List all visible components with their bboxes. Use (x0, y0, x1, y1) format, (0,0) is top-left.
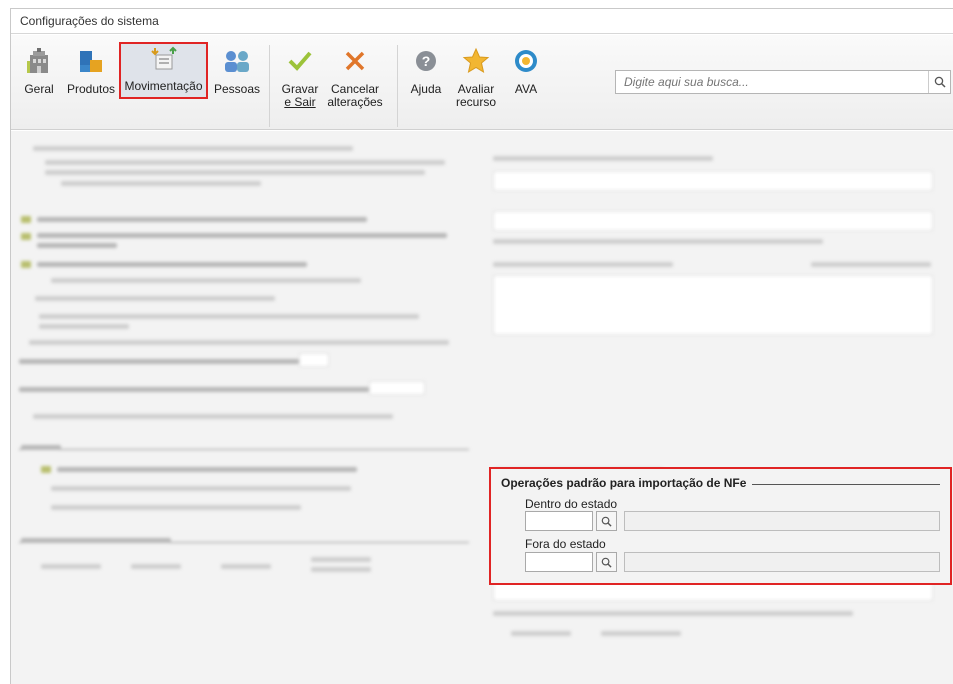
ava-label: AVA (514, 82, 538, 96)
window-title: Configurações do sistema (11, 9, 953, 34)
close-icon (339, 45, 371, 77)
star-icon (460, 45, 492, 77)
ribbon-separator (397, 45, 398, 127)
boxes-icon (75, 45, 107, 77)
gravar-sair-label: Gravar e Sair (282, 83, 319, 109)
search-input[interactable] (616, 71, 921, 93)
check-icon (284, 45, 316, 77)
building-icon (23, 45, 55, 77)
cancelar-label-line1: Cancelar (330, 82, 380, 96)
dentro-estado-search-button[interactable] (596, 511, 617, 531)
search-button[interactable] (928, 71, 950, 93)
gravar-label-line2: e Sair (284, 95, 316, 109)
search-icon (601, 557, 612, 568)
pessoas-label: Pessoas (213, 82, 261, 96)
search-icon (934, 76, 946, 88)
search-icon (601, 516, 612, 527)
svg-text:?: ? (422, 53, 431, 69)
dentro-estado-code-input[interactable] (525, 511, 593, 531)
fora-estado-code-input[interactable] (525, 552, 593, 572)
fora-estado-label: Fora do estado (525, 537, 606, 551)
produtos-button[interactable]: Produtos (66, 45, 116, 113)
movimentacao-label: Movimentação (124, 79, 203, 93)
cancelar-button[interactable]: Cancelar alterações (324, 45, 386, 113)
avaliar-label-line1: Avaliar (457, 82, 495, 96)
nfe-import-group: Operações padrão para importação de NFe … (489, 467, 952, 585)
geral-label: Geral (24, 82, 54, 96)
ajuda-label: Ajuda (410, 82, 442, 96)
cancelar-label-line2: alterações (327, 95, 383, 109)
blurred-left-panel (11, 131, 469, 611)
ribbon-separator (269, 45, 270, 127)
dentro-estado-description (624, 511, 940, 531)
group-divider (731, 484, 940, 485)
dentro-estado-label: Dentro do estado (525, 497, 618, 511)
search-box (615, 70, 951, 94)
toolbar-ribbon: Geral Produtos Movimentação Pessoas Grav… (11, 35, 953, 130)
gravar-sair-button[interactable]: Gravar e Sair (279, 45, 321, 113)
ava-icon (510, 45, 542, 77)
people-icon (221, 45, 253, 77)
movimentacao-button[interactable]: Movimentação (119, 42, 208, 99)
movement-icon (148, 44, 180, 76)
settings-content: Operações padrão para importação de NFe … (11, 131, 953, 684)
help-icon: ? (410, 45, 442, 77)
fora-estado-search-button[interactable] (596, 552, 617, 572)
geral-button[interactable]: Geral (19, 45, 59, 113)
cancelar-label: Cancelar alterações (327, 83, 382, 109)
settings-window: Configurações do sistema Geral Produtos … (10, 8, 953, 684)
fora-estado-description (624, 552, 940, 572)
pessoas-button[interactable]: Pessoas (212, 45, 262, 113)
produtos-label: Produtos (66, 82, 116, 96)
gravar-label-line1: Gravar (281, 82, 319, 96)
ajuda-button[interactable]: ? Ajuda (408, 45, 444, 113)
ava-button[interactable]: AVA (509, 45, 543, 113)
nfe-group-title: Operações padrão para importação de NFe (501, 476, 753, 490)
avaliar-label: Avaliar recurso (456, 83, 496, 109)
avaliar-label-line2: recurso (455, 95, 496, 109)
avaliar-button[interactable]: Avaliar recurso (452, 45, 500, 113)
